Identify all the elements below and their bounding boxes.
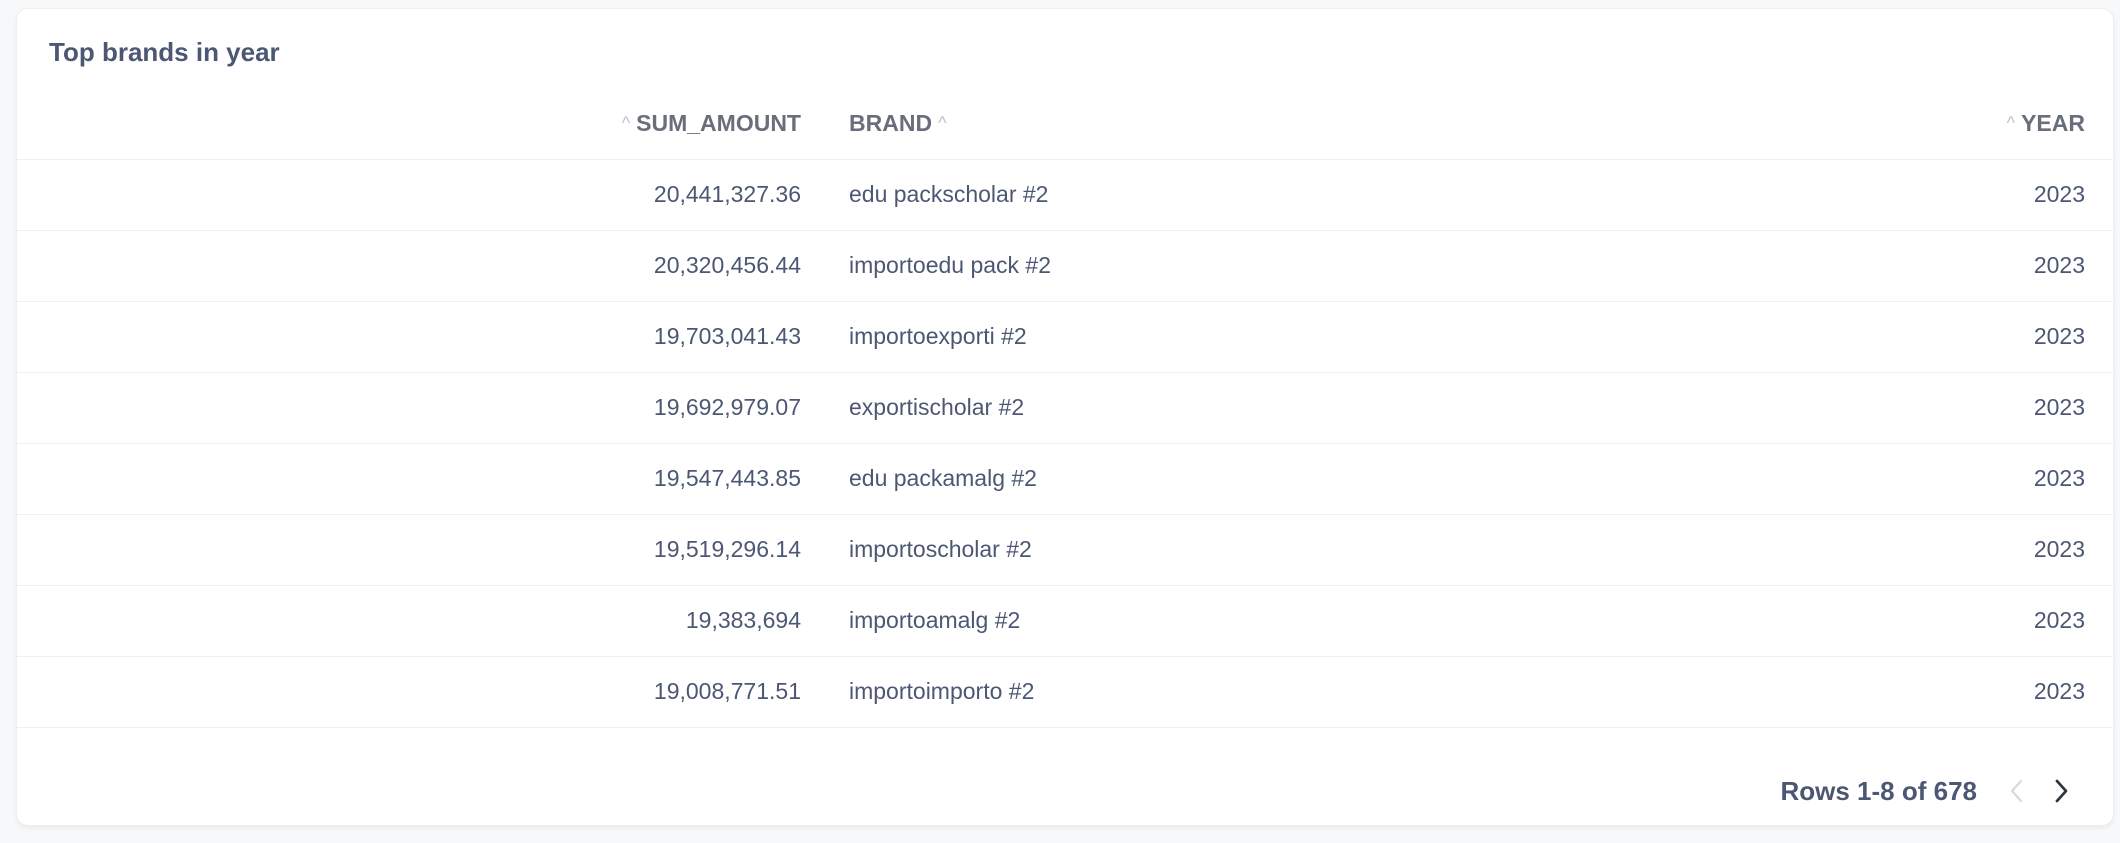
cell-brand[interactable]: importoedu pack #2: [817, 229, 1689, 301]
cell-year[interactable]: 2023: [1688, 655, 2115, 728]
cell-sum-amount[interactable]: 19,519,296.14: [17, 513, 817, 585]
cell-brand[interactable]: importoamalg #2: [817, 584, 1689, 656]
table-row: 19,692,979.07 exportischolar #2 2023: [17, 371, 2115, 443]
cell-year[interactable]: 2023: [1688, 158, 2115, 230]
card-title[interactable]: Top brands in year: [49, 37, 280, 68]
table-row: 19,703,041.43 importoexporti #2 2023: [17, 300, 2115, 372]
column-header-brand[interactable]: BRAND ^: [817, 89, 1689, 159]
table-row: 19,547,443.85 edu packamalg #2 2023: [17, 442, 2115, 514]
chevron-right-icon: [2055, 779, 2068, 803]
column-header-label: SUM_AMOUNT: [636, 110, 801, 137]
cell-brand[interactable]: importoexporti #2: [817, 300, 1689, 372]
column-header-label: YEAR: [2021, 110, 2085, 137]
table-row: 19,008,771.51 importoimporto #2 2023: [17, 655, 2115, 728]
cell-year[interactable]: 2023: [1688, 513, 2115, 585]
cell-brand[interactable]: edu packscholar #2: [817, 158, 1689, 230]
dashboard-card: Top brands in year ^ SUM_AMOUNT BRAND ^ ^ Y…: [16, 8, 2115, 826]
rows-count-label: Rows 1-8 of 678: [1780, 775, 1977, 806]
cell-sum-amount[interactable]: 19,703,041.43: [17, 300, 817, 372]
pagination: Rows 1-8 of 678: [1780, 771, 2083, 811]
cell-sum-amount[interactable]: 19,692,979.07: [17, 371, 817, 443]
table-row: 20,441,327.36 edu packscholar #2 2023: [17, 158, 2115, 230]
sort-ascending-icon: ^: [2006, 113, 2016, 134]
table-row: 19,519,296.14 importoscholar #2 2023: [17, 513, 2115, 585]
column-header-year[interactable]: ^ YEAR: [1689, 89, 2115, 159]
table-row: 20,320,456.44 importoedu pack #2 2023: [17, 229, 2115, 301]
table-row: 19,383,694 importoamalg #2 2023: [17, 584, 2115, 656]
table-header-row: ^ SUM_AMOUNT BRAND ^ ^ YEAR: [17, 89, 2115, 159]
chevron-left-icon: [2010, 779, 2023, 803]
cell-sum-amount[interactable]: 19,383,694: [17, 584, 817, 656]
cell-year[interactable]: 2023: [1688, 584, 2115, 656]
cell-brand[interactable]: exportischolar #2: [817, 371, 1689, 443]
cell-brand[interactable]: edu packamalg #2: [817, 442, 1689, 514]
cell-sum-amount[interactable]: 20,320,456.44: [17, 229, 817, 301]
cell-sum-amount[interactable]: 20,441,327.36: [17, 158, 817, 230]
cell-brand[interactable]: importoimporto #2: [817, 655, 1689, 728]
cell-sum-amount[interactable]: 19,547,443.85: [17, 442, 817, 514]
cell-year[interactable]: 2023: [1688, 442, 2115, 514]
results-table: ^ SUM_AMOUNT BRAND ^ ^ YEAR 20,441,327.36 e…: [17, 89, 2115, 728]
cell-year[interactable]: 2023: [1688, 371, 2115, 443]
cell-year[interactable]: 2023: [1688, 229, 2115, 301]
sort-ascending-icon: ^: [938, 113, 947, 134]
previous-page-button[interactable]: [1995, 771, 2039, 811]
column-header-sum-amount[interactable]: ^ SUM_AMOUNT: [17, 89, 817, 159]
cell-sum-amount[interactable]: 19,008,771.51: [17, 655, 817, 728]
column-header-label: BRAND: [849, 110, 933, 137]
cell-brand[interactable]: importoscholar #2: [817, 513, 1689, 585]
cell-year[interactable]: 2023: [1688, 300, 2115, 372]
next-page-button[interactable]: [2039, 771, 2083, 811]
sort-ascending-icon: ^: [621, 113, 631, 134]
